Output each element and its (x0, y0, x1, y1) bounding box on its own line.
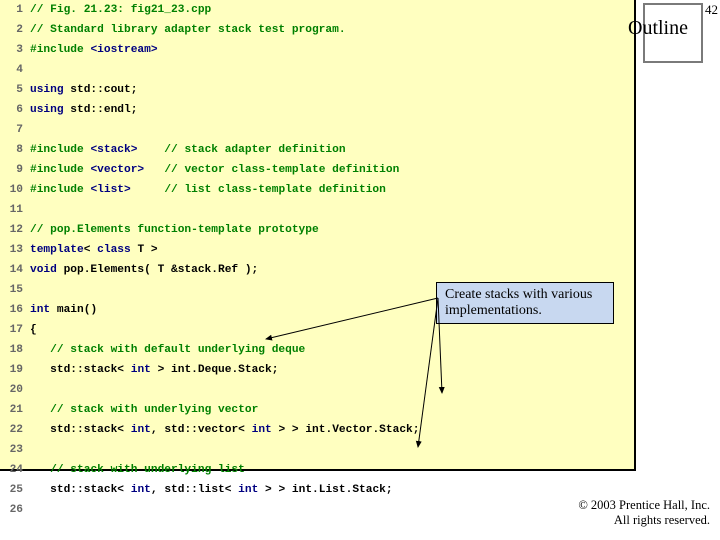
code-line: 16int main() (0, 300, 420, 320)
line-number: 9 (0, 160, 29, 180)
line-number: 7 (0, 120, 29, 140)
code-text: using std::endl; (29, 100, 420, 120)
line-number: 18 (0, 340, 29, 360)
line-number: 17 (0, 320, 29, 340)
code-line: 26 (0, 500, 420, 520)
line-number: 25 (0, 480, 29, 500)
code-text: // stack with default underlying deque (29, 340, 420, 360)
line-number: 10 (0, 180, 29, 200)
code-text: #include <iostream> (29, 40, 420, 60)
code-text: std::stack< int, std::list< int > > int.… (29, 480, 420, 500)
code-line: 14void pop.Elements( T &stack.Ref ); (0, 260, 420, 280)
code-text: // stack with underlying list (29, 460, 420, 480)
code-text: #include <list> // list class-template d… (29, 180, 420, 200)
code-line: 24 // stack with underlying list (0, 460, 420, 480)
line-number: 2 (0, 20, 29, 40)
code-line: 4 (0, 60, 420, 80)
code-listing: 1// Fig. 21.23: fig21_23.cpp2// Standard… (0, 0, 420, 520)
code-line: 9#include <vector> // vector class-templ… (0, 160, 420, 180)
code-text: { (29, 320, 420, 340)
line-number: 21 (0, 400, 29, 420)
code-line: 10#include <list> // list class-template… (0, 180, 420, 200)
code-line: 7 (0, 120, 420, 140)
code-line: 25 std::stack< int, std::list< int > > i… (0, 480, 420, 500)
code-line: 12// pop.Elements function-template prot… (0, 220, 420, 240)
code-line: 8#include <stack> // stack adapter defin… (0, 140, 420, 160)
callout-text: Create stacks with various implementatio… (445, 287, 592, 318)
line-number: 12 (0, 220, 29, 240)
code-text: using std::cout; (29, 80, 420, 100)
line-number: 26 (0, 500, 29, 520)
code-line: 18 // stack with default underlying dequ… (0, 340, 420, 360)
code-text: // stack with underlying vector (29, 400, 420, 420)
code-line: 5using std::cout; (0, 80, 420, 100)
line-number: 20 (0, 380, 29, 400)
line-number: 8 (0, 140, 29, 160)
copyright: © 2003 Prentice Hall, Inc. All rights re… (578, 498, 710, 528)
code-line: 3#include <iostream> (0, 40, 420, 60)
code-text (29, 440, 420, 460)
callout-stacks: Create stacks with various implementatio… (436, 282, 614, 324)
code-line: 23 (0, 440, 420, 460)
code-text (29, 120, 420, 140)
code-line: 20 (0, 380, 420, 400)
code-text: // Standard library adapter stack test p… (29, 20, 420, 40)
code-text: std::stack< int, std::vector< int > > in… (29, 420, 420, 440)
code-text: // pop.Elements function-template protot… (29, 220, 420, 240)
code-line: 22 std::stack< int, std::vector< int > >… (0, 420, 420, 440)
code-text: // Fig. 21.23: fig21_23.cpp (29, 0, 420, 20)
code-text: #include <stack> // stack adapter defini… (29, 140, 420, 160)
outline-label: Outline (628, 17, 688, 40)
code-text (29, 200, 420, 220)
code-text (29, 60, 420, 80)
code-line: 2// Standard library adapter stack test … (0, 20, 420, 40)
line-number: 13 (0, 240, 29, 260)
code-text: void pop.Elements( T &stack.Ref ); (29, 260, 420, 280)
code-text (29, 500, 420, 520)
line-number: 1 (0, 0, 29, 20)
line-number: 14 (0, 260, 29, 280)
code-text: int main() (29, 300, 420, 320)
code-line: 15 (0, 280, 420, 300)
code-line: 1// Fig. 21.23: fig21_23.cpp (0, 0, 420, 20)
line-number: 4 (0, 60, 29, 80)
line-number: 5 (0, 80, 29, 100)
page-number: 42 (705, 2, 718, 18)
line-number: 16 (0, 300, 29, 320)
line-number: 23 (0, 440, 29, 460)
line-number: 3 (0, 40, 29, 60)
code-line: 11 (0, 200, 420, 220)
line-number: 6 (0, 100, 29, 120)
line-number: 15 (0, 280, 29, 300)
code-text (29, 380, 420, 400)
code-line: 21 // stack with underlying vector (0, 400, 420, 420)
code-line: 6using std::endl; (0, 100, 420, 120)
code-text (29, 280, 420, 300)
code-text: std::stack< int > int.Deque.Stack; (29, 360, 420, 380)
line-number: 24 (0, 460, 29, 480)
line-number: 11 (0, 200, 29, 220)
copyright-line2: All rights reserved. (614, 513, 710, 527)
line-number: 19 (0, 360, 29, 380)
code-text: template< class T > (29, 240, 420, 260)
code-line: 13template< class T > (0, 240, 420, 260)
code-text: #include <vector> // vector class-templa… (29, 160, 420, 180)
code-slide: 1// Fig. 21.23: fig21_23.cpp2// Standard… (0, 0, 636, 471)
code-line: 17{ (0, 320, 420, 340)
copyright-line1: © 2003 Prentice Hall, Inc. (578, 498, 710, 512)
line-number: 22 (0, 420, 29, 440)
code-line: 19 std::stack< int > int.Deque.Stack; (0, 360, 420, 380)
